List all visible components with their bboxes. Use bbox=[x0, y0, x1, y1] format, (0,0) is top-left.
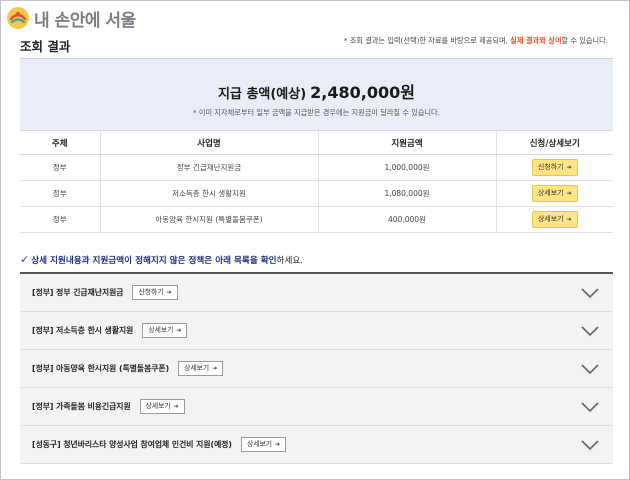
cell-subject: 정부 bbox=[20, 206, 100, 233]
section-heading: ✓ 상세 지원내용과 지원금액이 정해지지 않은 정책은 아래 목록을 확인하세요… bbox=[20, 253, 303, 266]
accordion-item-label: [정부] 아동양육 한시지원 (특별돌봄쿠폰) bbox=[32, 364, 170, 373]
chevron-down-icon[interactable] bbox=[581, 363, 599, 375]
summary-box: 지급 총액(예상) 2,480,000원 * 이미 지자체로부터 일부 금액을 지… bbox=[20, 58, 613, 130]
accordion-item-label: [정부] 정부 긴급재난지원금 bbox=[32, 288, 124, 297]
section-heading-text: 상세 지원내용과 지원금액이 정해지지 않은 정책은 아래 목록을 확인 bbox=[31, 256, 277, 266]
logo-text: 내 손안에 서울 bbox=[34, 10, 136, 31]
cell-subject: 정부 bbox=[20, 154, 100, 181]
details-button[interactable]: 상세보기 ➔ bbox=[531, 185, 578, 202]
details-button[interactable]: 상세보기 ➔ bbox=[178, 361, 224, 376]
table-row: 정부 아동양육 한시지원 (특별돌봄쿠폰) 400,000원 상세보기 ➔ bbox=[20, 206, 613, 233]
accordion-item[interactable]: [정부] 가족돌봄 비용긴급지원 상세보기 ➔ bbox=[20, 388, 613, 426]
accordion-item[interactable]: [정부] 아동양육 한시지원 (특별돌봄쿠폰) 상세보기 ➔ bbox=[20, 350, 613, 388]
chevron-down-icon[interactable] bbox=[581, 439, 599, 451]
arrow-right-icon: ➔ bbox=[166, 289, 172, 296]
accordion-item-label: [정부] 저소득층 한시 생활지원 bbox=[32, 326, 134, 335]
result-notice: * 조회 결과는 입력(선택)한 자료를 바탕으로 제공되며, 실제 결과와 상… bbox=[344, 36, 608, 46]
details-button-label: 상세보기 bbox=[537, 215, 564, 223]
check-icon: ✓ bbox=[20, 253, 30, 266]
cell-subject: 정부 bbox=[20, 180, 100, 207]
accordion-item[interactable]: [정부] 저소득층 한시 생활지원 상세보기 ➔ bbox=[20, 312, 613, 350]
details-button-label: 상세보기 bbox=[148, 326, 174, 334]
total-amount-line: 지급 총액(예상) 2,480,000원 bbox=[20, 79, 613, 103]
total-label: 지급 총액(예상) bbox=[218, 87, 307, 102]
seoul-logo-icon bbox=[7, 7, 29, 29]
arrow-right-icon: ➔ bbox=[176, 327, 182, 334]
notice-text-post: 할 수 있습니다. bbox=[561, 36, 608, 45]
logo[interactable]: 내 손안에 서울 bbox=[6, 4, 136, 32]
header-amount: 지원금액 bbox=[317, 130, 496, 155]
apply-button-label: 신청하기 bbox=[138, 288, 164, 296]
cell-action: 상세보기 ➔ bbox=[495, 206, 613, 233]
header-action: 신청/상세보기 bbox=[495, 130, 613, 155]
cell-program: 저소득층 한시 생활지원 bbox=[99, 180, 318, 207]
accordion-item-label: [성동구] 청년바리스타 양성사업 참여업체 인건비 지원(예정) bbox=[32, 440, 232, 449]
arrow-right-icon: ➔ bbox=[212, 365, 218, 372]
section-heading-tail: 하세요. bbox=[276, 256, 303, 266]
accordion-item-label: [정부] 가족돌봄 비용긴급지원 bbox=[32, 402, 131, 411]
cell-program: 아동양육 한시지원 (특별돌봄쿠폰) bbox=[99, 206, 318, 233]
details-button-label: 상세보기 bbox=[537, 189, 564, 197]
accordion-item[interactable]: [정부] 정부 긴급재난지원금 신청하기 ➔ bbox=[20, 274, 613, 312]
apply-button[interactable]: 신청하기 ➔ bbox=[531, 159, 578, 176]
details-button[interactable]: 상세보기 ➔ bbox=[139, 399, 185, 414]
header-program: 사업명 bbox=[99, 130, 318, 155]
chevron-down-icon[interactable] bbox=[581, 401, 599, 413]
accordion-item[interactable]: [성동구] 청년바리스타 양성사업 참여업체 인건비 지원(예정) 상세보기 ➔ bbox=[20, 426, 613, 464]
details-button[interactable]: 상세보기 ➔ bbox=[531, 211, 578, 228]
summary-note: * 이미 지자체로부터 일부 금액을 지급받은 경우에는 지원금이 달라질 수 … bbox=[193, 108, 440, 117]
details-button[interactable]: 상세보기 ➔ bbox=[240, 437, 287, 452]
chevron-down-icon[interactable] bbox=[581, 287, 599, 299]
details-button-label: 상세보기 bbox=[184, 364, 210, 372]
apply-button-label: 신청하기 bbox=[537, 163, 564, 171]
results-table: 주체 사업명 지원금액 신청/상세보기 정부 정부 긴급재난지원금 1,000,… bbox=[20, 130, 613, 233]
arrow-right-icon: ➔ bbox=[173, 403, 179, 410]
arrow-right-icon: ➔ bbox=[275, 441, 281, 448]
details-button[interactable]: 상세보기 ➔ bbox=[142, 323, 188, 338]
arrow-right-icon: ➔ bbox=[566, 190, 572, 197]
cell-program: 정부 긴급재난지원금 bbox=[99, 154, 318, 181]
cell-action: 상세보기 ➔ bbox=[495, 180, 613, 207]
notice-text-pre: * 조회 결과는 입력(선택)한 자료를 바탕으로 제공되며, bbox=[343, 36, 511, 45]
table-row: 정부 저소득층 한시 생활지원 1,080,000원 상세보기 ➔ bbox=[20, 180, 613, 207]
cell-amount: 1,000,000원 bbox=[317, 154, 496, 181]
details-button-label: 상세보기 bbox=[246, 440, 272, 448]
total-amount: 2,480,000원 bbox=[310, 83, 415, 102]
page-title: 조회 결과 bbox=[20, 39, 71, 54]
cell-amount: 400,000원 bbox=[317, 206, 496, 233]
table-header-row: 주체 사업명 지원금액 신청/상세보기 bbox=[20, 130, 613, 155]
arrow-right-icon: ➔ bbox=[566, 216, 572, 223]
cell-amount: 1,080,000원 bbox=[317, 180, 496, 207]
apply-button[interactable]: 신청하기 ➔ bbox=[132, 285, 178, 300]
cell-action: 신청하기 ➔ bbox=[495, 154, 613, 181]
notice-highlight: 실제 결과와 상이 bbox=[510, 36, 562, 45]
chevron-down-icon[interactable] bbox=[581, 325, 599, 337]
header-subject: 주체 bbox=[20, 130, 100, 155]
policy-accordion: [정부] 정부 긴급재난지원금 신청하기 ➔ [정부] 저소득층 한시 생활지원 … bbox=[20, 272, 613, 464]
table-row: 정부 정부 긴급재난지원금 1,000,000원 신청하기 ➔ bbox=[20, 154, 613, 181]
details-button-label: 상세보기 bbox=[145, 402, 171, 410]
arrow-right-icon: ➔ bbox=[566, 164, 572, 171]
